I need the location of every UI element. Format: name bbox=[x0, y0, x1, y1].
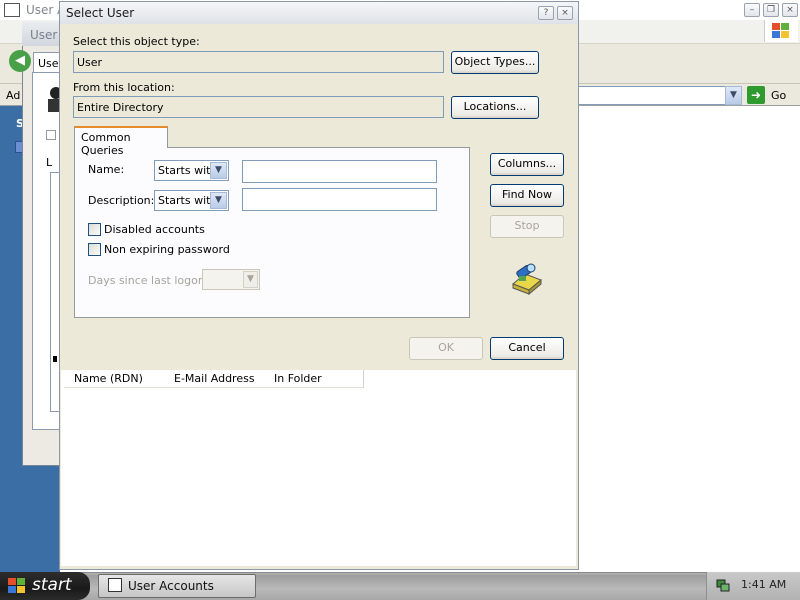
disabled-accounts-label: Disabled accounts bbox=[104, 223, 205, 236]
network-tray-icon[interactable] bbox=[716, 578, 730, 592]
location-field: Entire Directory bbox=[73, 96, 444, 118]
clock[interactable]: 1:41 AM bbox=[741, 578, 786, 591]
description-input[interactable] bbox=[242, 188, 437, 211]
go-arrow-icon[interactable]: ➜ bbox=[747, 86, 765, 104]
cancel-button[interactable]: Cancel bbox=[490, 337, 564, 360]
tab-users[interactable]: User bbox=[33, 52, 63, 72]
disabled-accounts-checkbox[interactable] bbox=[88, 223, 101, 236]
help-icon[interactable]: ? bbox=[538, 6, 554, 20]
list-marker bbox=[53, 356, 57, 362]
address-label: Ad bbox=[6, 89, 21, 102]
description-mode-dropdown-icon[interactable]: ▼ bbox=[210, 192, 227, 209]
user-accounts-task-icon bbox=[108, 578, 122, 592]
windows-flag-icon bbox=[772, 23, 789, 38]
non-expiring-password-label: Non expiring password bbox=[104, 243, 230, 256]
object-types-button[interactable]: Object Types... bbox=[451, 51, 539, 74]
dialog-titlebar[interactable] bbox=[60, 2, 578, 24]
column-header-email[interactable]: E-Mail Address bbox=[164, 370, 266, 388]
name-input[interactable] bbox=[242, 160, 437, 183]
stop-button: Stop bbox=[490, 215, 564, 238]
days-since-logon-label: Days since last logon: bbox=[88, 274, 209, 287]
ok-button: OK bbox=[409, 337, 483, 360]
users-list-label: L bbox=[46, 156, 53, 169]
dialog-close-icon[interactable]: × bbox=[557, 6, 573, 20]
name-mode-dropdown-icon[interactable]: ▼ bbox=[210, 162, 227, 179]
close-icon[interactable]: × bbox=[782, 3, 798, 17]
address-dropdown-icon[interactable]: ▼ bbox=[725, 86, 742, 105]
user-accounts-app-icon bbox=[4, 3, 20, 17]
columns-button[interactable]: Columns... bbox=[490, 153, 564, 176]
column-header-folder[interactable]: In Folder bbox=[264, 370, 364, 388]
users-checkbox[interactable] bbox=[46, 130, 56, 140]
maximize-icon[interactable]: ❐ bbox=[763, 3, 779, 17]
search-results-list[interactable] bbox=[61, 370, 576, 566]
tab-common-queries[interactable]: Common Queries bbox=[74, 126, 168, 157]
description-label: Description: bbox=[88, 194, 155, 207]
start-flag-icon bbox=[8, 578, 25, 593]
dialog-title: Select User bbox=[66, 6, 135, 20]
object-type-field: User bbox=[73, 51, 444, 73]
back-arrow-icon[interactable]: ◀ bbox=[9, 50, 31, 72]
non-expiring-password-checkbox[interactable] bbox=[88, 243, 101, 256]
find-now-button[interactable]: Find Now bbox=[490, 184, 564, 207]
object-type-label: Select this object type: bbox=[73, 35, 200, 48]
locations-button[interactable]: Locations... bbox=[451, 96, 539, 119]
days-dropdown-icon: ▼ bbox=[243, 271, 258, 288]
minimize-icon[interactable]: – bbox=[744, 3, 760, 17]
go-button-label[interactable]: Go bbox=[771, 89, 786, 102]
name-label: Name: bbox=[88, 163, 125, 176]
search-flashlight-icon bbox=[512, 263, 542, 296]
location-label: From this location: bbox=[73, 81, 175, 94]
column-header-name[interactable]: Name (RDN) bbox=[64, 370, 166, 388]
